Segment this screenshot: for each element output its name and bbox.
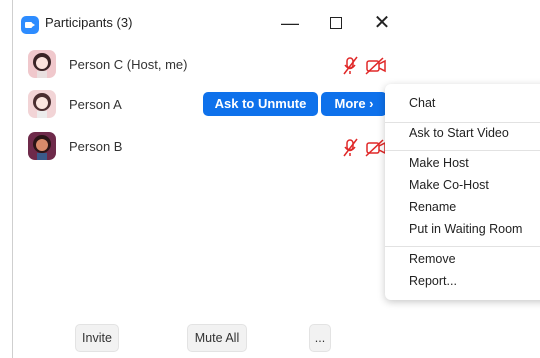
menu-item-make-host[interactable]: Make Host [409, 156, 469, 170]
video-off-icon [365, 139, 386, 157]
maximize-icon [330, 17, 342, 29]
mute-all-button[interactable]: Mute All [187, 324, 247, 352]
menu-item-chat[interactable]: Chat [409, 96, 435, 110]
participant-name: Person A [69, 97, 122, 112]
menu-divider [385, 150, 540, 151]
participants-window: Participants (3) — ✕ Person C (Host, me) [12, 0, 540, 358]
participant-name: Person C (Host, me) [69, 57, 188, 72]
menu-divider [385, 122, 540, 123]
muted-mic-icon [343, 138, 358, 157]
menu-item-rename[interactable]: Rename [409, 200, 456, 214]
zoom-app-icon [21, 16, 39, 34]
menu-item-make-co-host[interactable]: Make Co-Host [409, 178, 489, 192]
window-title: Participants (3) [45, 15, 133, 30]
ask-to-unmute-button[interactable]: Ask to Unmute [203, 92, 318, 116]
menu-item-waiting-room[interactable]: Put in Waiting Room [409, 222, 522, 236]
menu-item-ask-start-video[interactable]: Ask to Start Video [409, 126, 509, 140]
title-bar: Participants (3) — ✕ [13, 0, 540, 44]
close-button[interactable]: ✕ [369, 10, 395, 36]
menu-item-remove[interactable]: Remove [409, 252, 456, 266]
more-context-menu: Chat Ask to Start Video Make Host Make C… [385, 84, 540, 300]
more-options-button[interactable]: ... [309, 324, 331, 352]
menu-divider [385, 246, 540, 247]
video-off-icon [365, 57, 386, 75]
more-button[interactable]: More › [321, 92, 387, 116]
participant-name: Person B [69, 139, 123, 154]
avatar [28, 90, 56, 118]
avatar [28, 50, 56, 78]
menu-item-report[interactable]: Report... [409, 274, 457, 288]
participant-row[interactable]: Person C (Host, me) [13, 50, 540, 84]
maximize-button[interactable] [323, 10, 349, 36]
avatar [28, 132, 56, 160]
invite-button[interactable]: Invite [75, 324, 119, 352]
muted-mic-icon [343, 56, 358, 75]
minimize-button[interactable]: — [277, 10, 303, 36]
